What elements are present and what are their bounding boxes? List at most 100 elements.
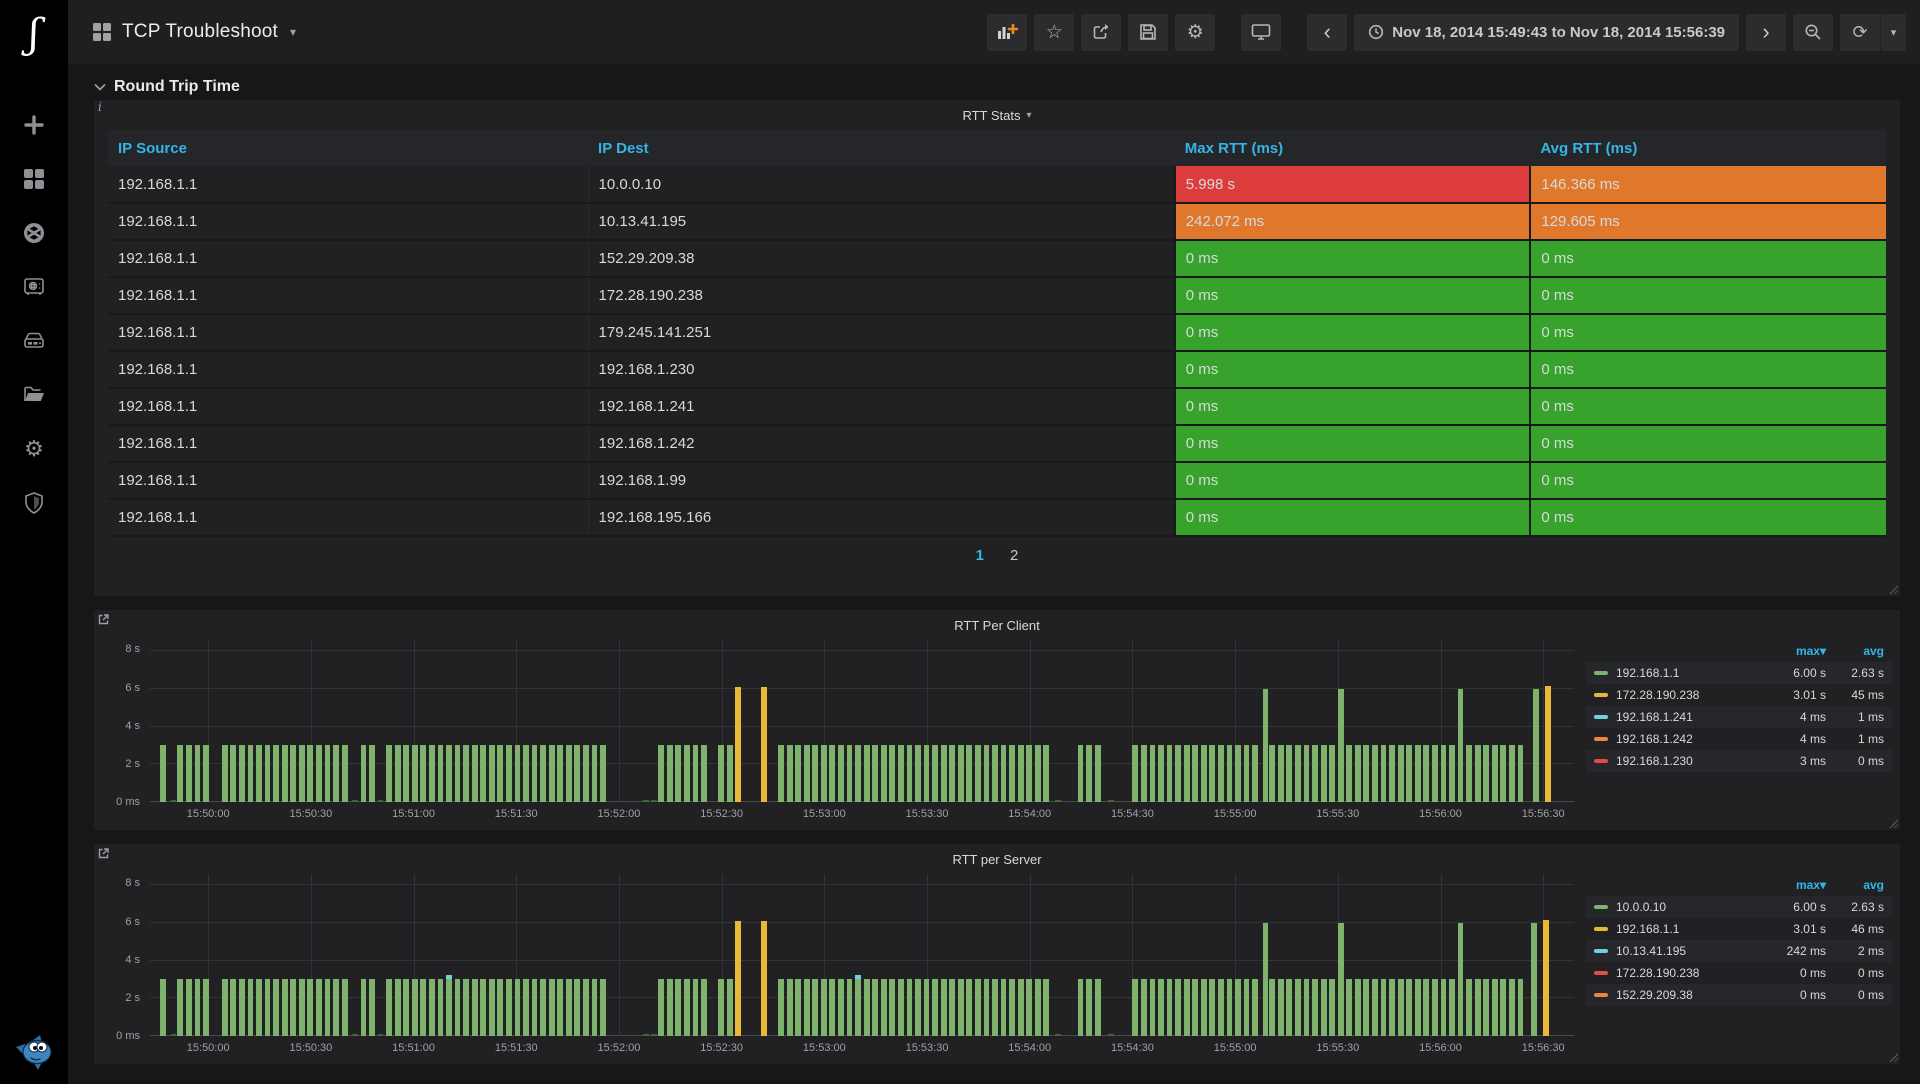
column-header[interactable]: IP Source xyxy=(108,130,589,166)
shield-icon[interactable] xyxy=(21,490,47,516)
gridline-h xyxy=(150,884,1574,886)
chart-bar xyxy=(829,745,836,802)
chart-bar xyxy=(872,979,879,1036)
legend-series-name[interactable]: 152.29.209.38 xyxy=(1594,988,1764,1002)
chart-bar xyxy=(1303,979,1310,1036)
chart-bar xyxy=(1209,979,1216,1036)
row-collapse-round-trip-time[interactable]: Round Trip Time xyxy=(94,64,1900,100)
cell-ip-source: 192.168.1.1 xyxy=(108,499,589,537)
chart-bar xyxy=(1406,979,1413,1036)
chart-bar xyxy=(966,745,973,802)
panel-title-text: RTT Per Client xyxy=(954,617,1040,633)
external-link-icon[interactable] xyxy=(98,614,109,625)
chart-bar xyxy=(428,979,435,1036)
chart-bar xyxy=(1380,745,1387,802)
chart-bar xyxy=(324,979,331,1036)
chart-bar xyxy=(889,745,896,802)
chart-bar xyxy=(333,745,339,802)
legend-sort-max[interactable]: max▾ xyxy=(1764,644,1826,658)
refresh-interval-caret[interactable]: ▾ xyxy=(1880,13,1906,51)
legend-series-name[interactable]: 10.13.41.195 xyxy=(1594,944,1764,958)
chart-bar xyxy=(932,745,938,802)
cell-ip-source: 192.168.1.1 xyxy=(108,314,589,352)
column-header[interactable]: IP Dest xyxy=(588,130,1175,166)
chart-bar xyxy=(583,979,589,1036)
panel-title-rtt-per-server[interactable]: RTT per Server xyxy=(94,844,1900,874)
chart-bar xyxy=(298,745,305,802)
legend-series-name[interactable]: 192.168.1.1 xyxy=(1594,922,1764,936)
panel-title-rtt-stats[interactable]: RTT Stats ▾ xyxy=(108,100,1886,130)
legend-series-name[interactable]: 192.168.1.242 xyxy=(1594,732,1764,746)
legend-series-name[interactable]: 192.168.1.241 xyxy=(1594,710,1764,724)
chart-bar xyxy=(1449,745,1455,802)
legend-series-name[interactable]: 172.28.190.238 xyxy=(1594,688,1764,702)
chart-bar xyxy=(1094,745,1101,802)
legend-series-name[interactable]: 192.168.1.230 xyxy=(1594,754,1764,768)
legend-sort-avg[interactable]: avg xyxy=(1826,878,1884,892)
hard-drive-icon[interactable] xyxy=(21,328,47,354)
zoom-out-button[interactable] xyxy=(1793,13,1833,51)
chart-bar xyxy=(872,745,879,802)
chart-bar xyxy=(351,1034,358,1036)
chart-bar xyxy=(846,979,853,1036)
fish-mascot-icon[interactable] xyxy=(12,1033,56,1076)
chart-bar xyxy=(239,979,245,1036)
cell-avg-rtt: 0 ms xyxy=(1529,499,1886,537)
page-link-1[interactable]: 1 xyxy=(976,547,984,564)
chart-bar xyxy=(428,745,435,802)
column-header[interactable]: Max RTT (ms) xyxy=(1174,130,1531,166)
legend-avg-value: 0 ms xyxy=(1857,966,1884,980)
time-range-button[interactable]: Nov 18, 2014 15:49:43 to Nov 18, 2014 15… xyxy=(1354,13,1739,51)
legend-series-name[interactable]: 172.28.190.238 xyxy=(1594,966,1764,980)
settings-button[interactable]: ⚙ xyxy=(1175,13,1216,51)
chart-bar xyxy=(298,979,305,1036)
main-area: TCP Troubleshoot ▾ ☆ ⚙ ‹ Nov 18, 2014 15… xyxy=(68,0,1920,1084)
safe-icon[interactable] xyxy=(21,274,47,300)
external-link-icon[interactable] xyxy=(98,848,109,859)
legend-sort-max[interactable]: max▾ xyxy=(1764,878,1826,892)
create-plus-icon[interactable] xyxy=(21,112,47,138)
star-button[interactable]: ☆ xyxy=(1034,13,1075,51)
cell-avg-rtt: 0 ms xyxy=(1529,314,1886,352)
y-tick-label: 6 s xyxy=(125,915,140,928)
cycle-view-monitor-button[interactable] xyxy=(1241,13,1282,51)
dashboard-picker-grid-icon[interactable] xyxy=(92,22,112,42)
dashboard-title-caret-icon[interactable]: ▾ xyxy=(290,25,296,39)
column-header[interactable]: Avg RTT (ms) xyxy=(1530,130,1886,166)
chart-bar xyxy=(1363,745,1370,802)
grafana-logo-icon[interactable]: ʃ xyxy=(29,8,40,60)
chart-bar xyxy=(1192,979,1199,1036)
x-tick-label: 15:56:00 xyxy=(1419,1042,1462,1054)
chart-bar xyxy=(820,979,827,1036)
panel-info-icon[interactable]: i xyxy=(98,100,102,114)
chart-bar xyxy=(1380,979,1387,1036)
legend-series-name[interactable]: 10.0.0.10 xyxy=(1594,900,1764,914)
chart-bar xyxy=(307,745,314,802)
panel-title-rtt-per-client[interactable]: RTT Per Client xyxy=(94,610,1900,640)
share-button[interactable] xyxy=(1081,13,1122,51)
legend-sort-avg[interactable]: avg xyxy=(1826,644,1884,658)
aperture-icon[interactable] xyxy=(21,220,47,246)
legend-series-name[interactable]: 192.168.1.1 xyxy=(1594,666,1764,680)
add-panel-button[interactable] xyxy=(987,13,1028,51)
dashboards-grid-icon[interactable] xyxy=(21,166,47,192)
x-tick-label: 15:52:30 xyxy=(700,808,744,820)
time-back-button[interactable]: ‹ xyxy=(1307,13,1348,51)
cell-avg-rtt: 0 ms xyxy=(1529,277,1886,315)
chart-bar xyxy=(1491,745,1498,802)
chart-bar xyxy=(1312,745,1318,802)
settings-gear-icon[interactable]: ⚙ xyxy=(21,436,47,462)
folder-open-icon[interactable] xyxy=(21,382,47,408)
chart-bar xyxy=(1508,979,1515,1036)
legend-avg-value: 1 ms xyxy=(1857,732,1884,746)
chart-bar xyxy=(446,745,452,802)
refresh-button[interactable]: ⟳ xyxy=(1840,13,1880,51)
chart-bar xyxy=(403,979,410,1036)
x-tick-label: 15:54:30 xyxy=(1111,808,1154,820)
panel-resize-handle[interactable] xyxy=(1888,584,1898,594)
time-forward-button[interactable]: › xyxy=(1746,13,1786,51)
dashboard-title[interactable]: TCP Troubleshoot xyxy=(122,21,278,43)
legend-avg-value: 0 ms xyxy=(1857,754,1884,768)
save-button[interactable] xyxy=(1128,13,1169,51)
page-link-2[interactable]: 2 xyxy=(1010,547,1018,564)
